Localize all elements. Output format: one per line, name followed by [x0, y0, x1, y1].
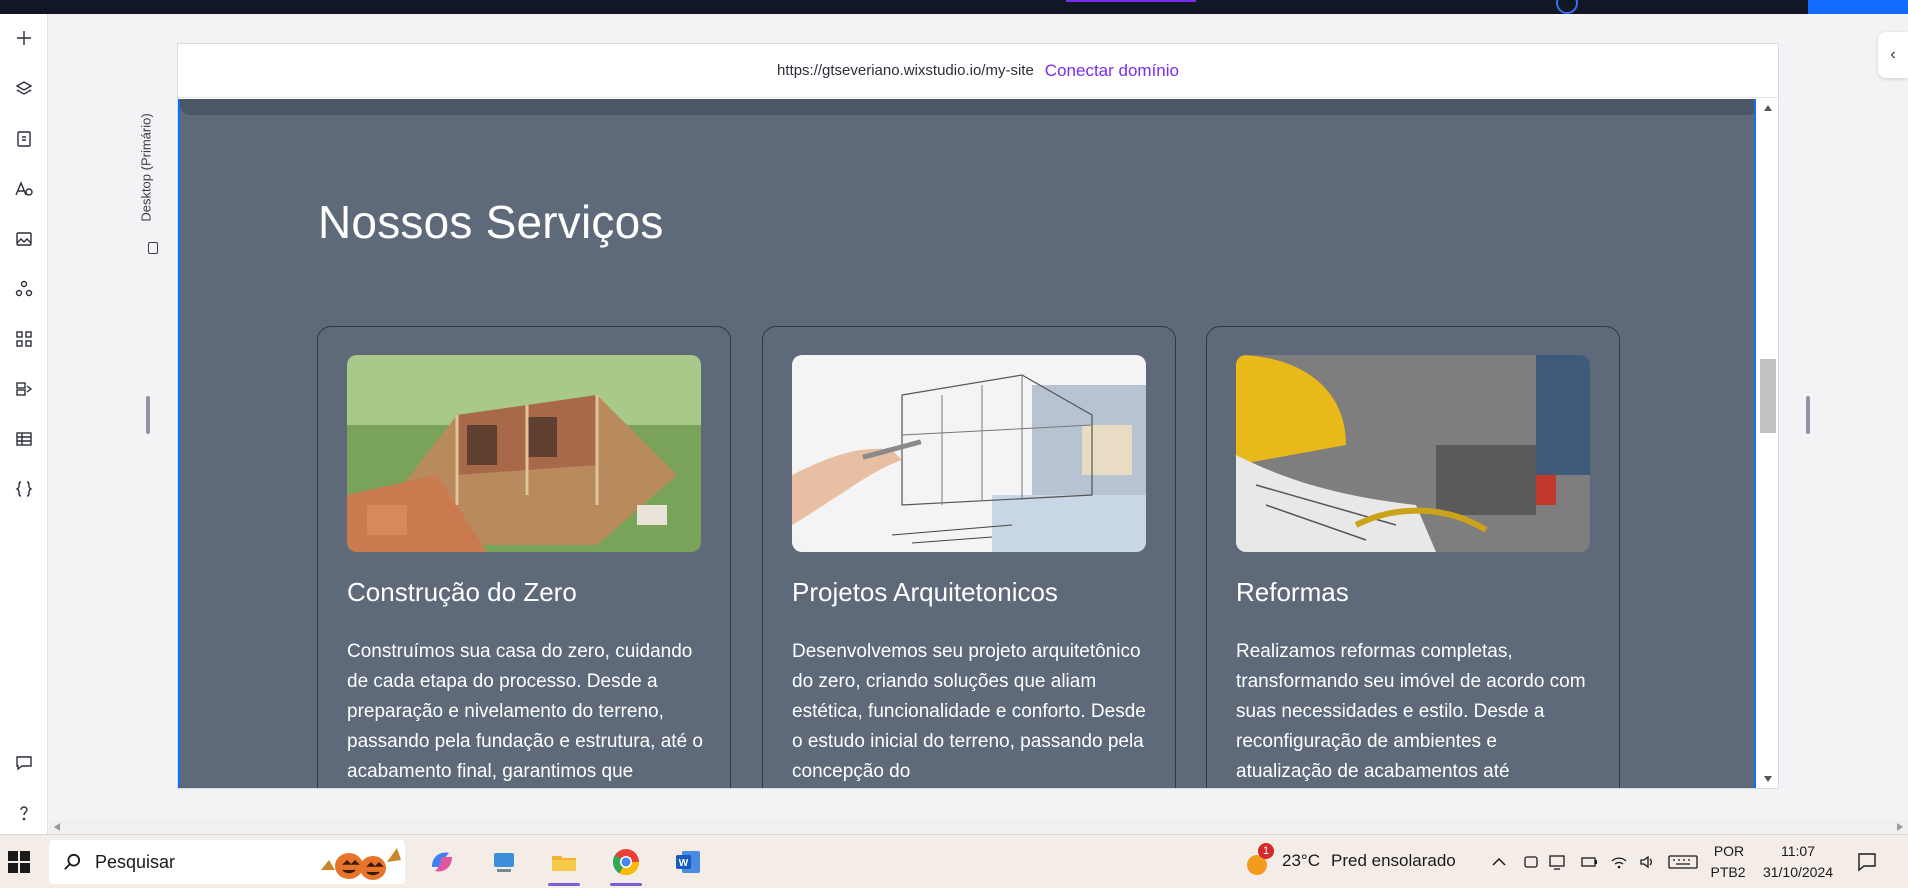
display-icon[interactable]: [1548, 853, 1566, 871]
section-title[interactable]: Nossos Serviços: [318, 195, 664, 249]
word-icon[interactable]: W: [666, 840, 710, 884]
scroll-left-icon[interactable]: [54, 823, 60, 831]
file-explorer-icon[interactable]: [542, 840, 586, 886]
connect-domain-link[interactable]: Conectar domínio: [1045, 61, 1179, 81]
cms-icon[interactable]: [6, 421, 42, 457]
service-title[interactable]: Reformas: [1236, 577, 1349, 608]
upgrade-button-edge[interactable]: [1066, 0, 1196, 2]
windows-taskbar: Pesquisar W 1 23°C Pred ensolarado POR P…: [0, 834, 1908, 888]
scroll-thumb[interactable]: [1760, 359, 1776, 433]
editor-top-bar: [0, 0, 1908, 14]
battery-icon[interactable]: [1580, 853, 1598, 871]
keyboard-icon[interactable]: [1668, 853, 1698, 871]
service-card[interactable]: Construção do Zero Construímos sua casa …: [317, 326, 731, 788]
service-image-architecture[interactable]: [792, 355, 1146, 552]
notifications-icon[interactable]: [1856, 851, 1878, 873]
scroll-down-icon[interactable]: [1764, 776, 1772, 782]
service-card[interactable]: Reformas Realizamos reformas completas, …: [1206, 326, 1620, 788]
search-placeholder: Pesquisar: [95, 851, 176, 872]
renovation-image-icon: [1236, 355, 1590, 552]
apps-icon[interactable]: [6, 321, 42, 357]
device-label-text: Desktop (Primário): [138, 113, 154, 222]
meet-icon[interactable]: [1522, 853, 1540, 871]
weather-temp[interactable]: 23°C: [1282, 851, 1320, 871]
service-description[interactable]: Desenvolvemos seu projeto arquitetônico …: [792, 637, 1152, 787]
copilot-app-icon[interactable]: [420, 840, 464, 884]
taskbar-search[interactable]: Pesquisar: [49, 840, 405, 884]
architecture-image-icon: [792, 355, 1146, 552]
clock-date[interactable]: 31/10/2024: [1756, 864, 1840, 880]
layers-icon[interactable]: [6, 71, 42, 107]
collapse-panel-button[interactable]: ‹: [1878, 32, 1908, 78]
service-title[interactable]: Projetos Arquitetonicos: [792, 577, 1058, 608]
comments-icon[interactable]: [6, 745, 42, 781]
site-preview-frame: https://gtseveriano.wixstudio.io/my-site…: [178, 44, 1778, 788]
active-indicator: [610, 883, 642, 886]
halloween-pumpkins-icon: [321, 848, 401, 880]
chevron-up-icon[interactable]: [1490, 853, 1508, 871]
horizontal-scrollbar[interactable]: [49, 820, 1908, 834]
business-icon[interactable]: [6, 371, 42, 407]
service-card[interactable]: Projetos Arquitetonicos Desenvolvemos se…: [762, 326, 1176, 788]
clock-time[interactable]: 11:07: [1756, 843, 1840, 859]
wifi-icon[interactable]: [1610, 853, 1628, 871]
language-bottom[interactable]: PTB2: [1708, 864, 1748, 880]
service-image-construction[interactable]: [347, 355, 701, 552]
account-avatar[interactable]: [1556, 0, 1578, 14]
search-icon: [64, 853, 81, 870]
site-url: https://gtseveriano.wixstudio.io/my-site: [777, 62, 1034, 79]
editor-left-sidebar: [0, 14, 48, 834]
url-bar: https://gtseveriano.wixstudio.io/my-site…: [178, 44, 1778, 98]
desktop-device-icon: [148, 242, 158, 254]
chevron-left-icon: ‹: [1890, 46, 1896, 63]
service-description[interactable]: Construímos sua casa do zero, cuidando d…: [347, 637, 707, 787]
scroll-right-icon[interactable]: [1897, 823, 1903, 831]
site-section-services[interactable]: Nossos Serviços Construção do Zero Const…: [178, 99, 1756, 788]
service-title[interactable]: Construção do Zero: [347, 577, 577, 608]
components-icon[interactable]: [6, 271, 42, 307]
language-top[interactable]: POR: [1712, 843, 1746, 859]
weather-badge: 1: [1258, 843, 1274, 859]
right-resize-handle[interactable]: [1806, 396, 1810, 434]
svg-text:W: W: [679, 858, 689, 869]
weather-desc[interactable]: Pred ensolarado: [1331, 851, 1456, 871]
volume-icon[interactable]: [1638, 853, 1656, 871]
add-icon[interactable]: [6, 20, 42, 56]
chrome-icon[interactable]: [604, 840, 648, 886]
typography-icon[interactable]: [6, 171, 42, 207]
scroll-up-icon[interactable]: [1764, 105, 1772, 111]
previous-section-edge: [180, 99, 1754, 115]
active-indicator: [548, 883, 580, 886]
publish-button-edge[interactable]: [1808, 0, 1908, 14]
left-resize-handle[interactable]: [146, 396, 150, 434]
windows-start-icon[interactable]: [8, 851, 30, 873]
service-description[interactable]: Realizamos reformas completas, transform…: [1236, 637, 1596, 787]
code-icon[interactable]: [6, 471, 42, 507]
vertical-scrollbar[interactable]: [1758, 99, 1778, 788]
help-icon[interactable]: [6, 795, 42, 831]
pages-icon[interactable]: [6, 121, 42, 157]
media-icon[interactable]: [6, 221, 42, 257]
service-image-renovation[interactable]: [1236, 355, 1590, 552]
device-label: Desktop (Primário): [138, 100, 170, 260]
construction-image-icon: [347, 355, 701, 552]
computer-app-icon[interactable]: [482, 840, 526, 884]
